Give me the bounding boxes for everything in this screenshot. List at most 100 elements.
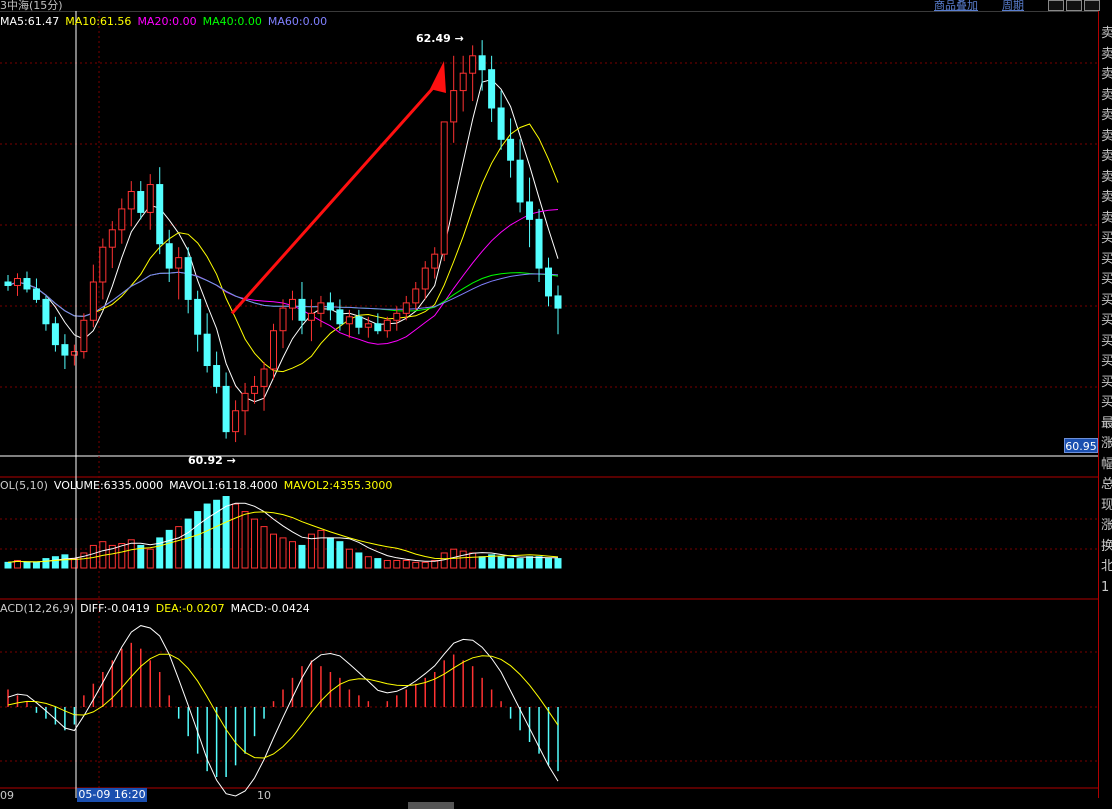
candle-body [194, 298, 202, 335]
candle-body [326, 302, 334, 311]
candle-body [497, 107, 505, 140]
kline-chart[interactable] [0, 11, 1098, 798]
volume-bar [317, 529, 325, 569]
candle-body [336, 309, 344, 325]
candle-body [554, 295, 562, 309]
diff-value: DIFF:-0.0419 [80, 602, 150, 615]
candle-body [526, 201, 534, 220]
volume-bar [326, 537, 334, 569]
candle-body [232, 410, 240, 433]
volume-bar [298, 544, 306, 569]
candle-body [431, 253, 439, 269]
volume-bar [554, 558, 562, 569]
side-panel-label: 总 [1101, 478, 1112, 491]
volume-bar [535, 556, 543, 569]
candle-body [51, 323, 59, 346]
horizontal-scrollbar[interactable] [408, 802, 454, 809]
candle-body [364, 323, 372, 328]
side-panel-label: 买 [1101, 232, 1112, 245]
volume-bar [51, 556, 59, 569]
candle-body [184, 257, 192, 300]
volume-bar [545, 558, 553, 569]
ma40-value: MA40:0.00 [202, 15, 262, 28]
current-price-tag: 60.95 [1064, 438, 1098, 453]
candle-body [545, 267, 553, 297]
vol-label: OL(5,10) [0, 479, 48, 492]
side-panel-label: 卖 [1101, 27, 1112, 40]
side-panel-label: 卖 [1101, 68, 1112, 81]
candle-body [118, 208, 126, 231]
candle-body [279, 307, 287, 332]
volume-bar [507, 558, 515, 569]
side-panel-label: 买 [1101, 253, 1112, 266]
side-panel-label: 最 [1101, 417, 1112, 430]
side-panel-label: 现 [1101, 499, 1112, 512]
volume-bar [383, 559, 391, 569]
volume-bar [80, 552, 88, 569]
candle-body [307, 312, 315, 321]
volume-bar [355, 552, 363, 569]
volume-bar [402, 559, 410, 569]
candle-body [345, 316, 353, 325]
volume-bar [251, 518, 259, 569]
side-panel-label: 幅 [1101, 458, 1112, 471]
candle-body [213, 365, 221, 387]
candle-body [450, 90, 458, 123]
volume-bar [336, 541, 344, 569]
volume-value: VOLUME:6335.0000 [53, 479, 164, 492]
candle-body [165, 243, 173, 269]
side-panel-label: 买 [1101, 396, 1112, 409]
candle-body [222, 385, 230, 433]
x-axis-label-mid: 10 [257, 789, 271, 802]
side-panel-label: 卖 [1101, 212, 1112, 225]
side-panel-label: 卖 [1101, 150, 1112, 163]
volume-bar [61, 554, 69, 569]
candle-body [137, 191, 145, 213]
side-panel-label: 卖 [1101, 171, 1112, 184]
volume-bar [279, 537, 287, 569]
close-button[interactable] [1084, 0, 1100, 11]
high-price-label: 62.49 → [416, 32, 464, 45]
candle-body [412, 288, 420, 304]
side-panel-label: 卖 [1101, 109, 1112, 122]
candle-body [13, 278, 21, 286]
volume-bar [412, 561, 420, 569]
candle-body [108, 229, 116, 248]
macd-label: ACD(12,26,9) [0, 602, 75, 615]
candle-body [80, 319, 88, 353]
ma60-value: MA60:0.00 [267, 15, 328, 28]
candle-body [260, 368, 268, 387]
volume-bar [42, 558, 50, 569]
side-panel-label: 买 [1101, 294, 1112, 307]
low-price-label: 60.92 → [188, 454, 236, 467]
side-panel-label: 买 [1101, 273, 1112, 286]
candle-body [393, 312, 401, 321]
quote-side-panel[interactable]: 卖卖卖卖卖卖卖卖卖卖买买买买买买买买买最涨幅总现涨换北1 [1098, 11, 1112, 798]
volume-bar [260, 526, 268, 569]
macd-value: MACD:-0.0424 [230, 602, 310, 615]
volume-bar [393, 559, 401, 569]
maximize-button[interactable] [1066, 0, 1082, 11]
candle-body [203, 333, 211, 367]
volume-bar [165, 529, 173, 569]
volume-bar [421, 561, 429, 569]
candle-body [535, 218, 543, 269]
candle-body [42, 298, 50, 325]
candle-body [251, 385, 259, 394]
restore-button[interactable] [1048, 0, 1064, 11]
volume-bar [4, 561, 12, 569]
volume-bar [270, 533, 278, 569]
candle-body [4, 281, 12, 286]
side-panel-label: 买 [1101, 376, 1112, 389]
candle-body [270, 330, 278, 370]
candle-body [146, 184, 154, 213]
side-panel-label: 卖 [1101, 130, 1112, 143]
volume-bar [232, 503, 240, 569]
mavol2-value: MAVOL2:4355.3000 [283, 479, 393, 492]
candle-body [440, 121, 448, 255]
candle-body [383, 319, 391, 332]
volume-bar [194, 511, 202, 569]
trend-arrow-head [430, 61, 446, 93]
side-panel-label: 1 [1101, 579, 1110, 595]
volume-bar [497, 556, 505, 569]
